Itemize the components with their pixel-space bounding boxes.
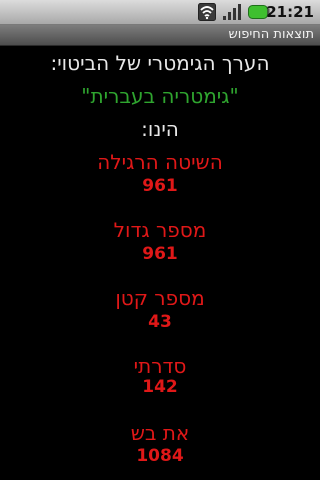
signal-icon bbox=[223, 4, 241, 20]
status-clock: 21:21 bbox=[266, 3, 314, 21]
equals-label: הינו: bbox=[141, 117, 179, 141]
screen: 21:21 תוצאות החיפוש הערך הגימטרי של הביט… bbox=[0, 0, 320, 480]
method-value: 961 bbox=[142, 176, 178, 196]
search-phrase: "גימטריה בעברית" bbox=[81, 84, 239, 108]
method-value: 1084 bbox=[136, 446, 184, 466]
method-name: את בש bbox=[130, 421, 190, 445]
method-name: מספר גדול bbox=[113, 218, 207, 242]
window-title: תוצאות החיפוש bbox=[228, 27, 314, 42]
wifi-icon bbox=[198, 3, 216, 21]
method-name: השיטה הרגילה bbox=[97, 150, 223, 174]
method-value: 142 bbox=[142, 377, 178, 397]
method-value: 43 bbox=[148, 312, 172, 332]
title-bar: תוצאות החיפוש bbox=[0, 25, 320, 46]
method-name: סדרתי bbox=[133, 354, 187, 378]
method-name: מספר קטן bbox=[115, 286, 205, 310]
result-heading: הערך הגימטרי של הביטוי: bbox=[50, 51, 270, 75]
status-bar: 21:21 bbox=[0, 0, 320, 25]
method-value: 961 bbox=[142, 244, 178, 264]
